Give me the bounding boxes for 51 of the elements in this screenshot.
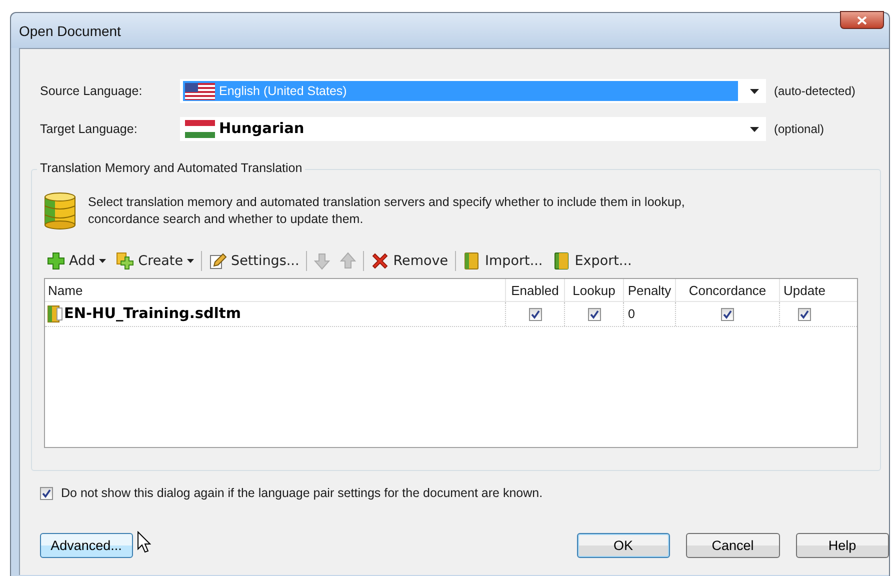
window-title: Open Document — [19, 22, 121, 38]
remove-button[interactable]: Remove — [368, 250, 452, 272]
field-note: (auto-detected) — [774, 84, 856, 98]
dropdown-arrow-icon — [750, 88, 759, 94]
import-button[interactable]: Import... — [460, 250, 546, 272]
export-button[interactable]: Export... — [550, 250, 635, 272]
plus-icon — [116, 252, 134, 270]
table-cell: 0 — [628, 307, 635, 321]
page-pencil-icon — [209, 252, 227, 270]
help-button[interactable]: Help — [796, 533, 889, 558]
book-icon — [463, 252, 482, 270]
cancel-button[interactable]: Cancel — [686, 533, 780, 558]
close-button[interactable] — [840, 11, 884, 29]
column-header[interactable]: Update — [779, 279, 829, 301]
close-icon — [857, 16, 867, 24]
column-header[interactable]: Name — [45, 279, 505, 301]
plus-icon — [47, 252, 65, 270]
column-header[interactable]: Lookup — [564, 279, 623, 301]
checkbox[interactable] — [588, 308, 600, 320]
table-cell: EN-HU_Training.sdltm — [64, 306, 241, 322]
description-text: Select translation memory and automated translation servers and specify whether to include them in lookup, concordance search and whether to update them. — [88, 194, 686, 228]
book-icon — [552, 252, 571, 270]
down-arrow-icon — [314, 252, 330, 270]
field-label: Source Language: — [40, 84, 144, 98]
checkbox[interactable] — [798, 308, 811, 320]
checkbox-label: Do not show this dialog again if the language pair settings for the document are known. — [61, 486, 543, 500]
close-icon — [371, 252, 390, 270]
settings-button[interactable]: Settings... — [206, 250, 302, 272]
field-label: Target Language: — [40, 122, 138, 136]
group-title: Translation Memory and Automated Translation — [37, 161, 306, 175]
add-button[interactable]: Add — [44, 250, 110, 272]
ok-button[interactable]: OK — [576, 533, 670, 558]
flag-icon — [185, 82, 215, 100]
dropdown-arrow-icon — [750, 126, 759, 132]
column-header[interactable]: Enabled — [505, 279, 564, 301]
flag-icon — [185, 120, 215, 138]
mouse-pointer-icon — [137, 531, 151, 553]
create-button[interactable]: Create — [113, 250, 197, 272]
column-header[interactable]: Penalty — [623, 279, 675, 301]
field-note: (optional) — [774, 122, 824, 136]
language-dropdown[interactable]: Hungarian — [180, 117, 766, 141]
column-header[interactable]: Concordance — [675, 279, 779, 301]
database-icon — [44, 192, 76, 230]
file-icon — [47, 305, 63, 323]
checkbox[interactable] — [40, 486, 53, 500]
caret-icon — [187, 259, 194, 263]
caret-icon — [99, 259, 106, 263]
up-arrow-icon — [340, 252, 356, 270]
checkbox[interactable] — [721, 308, 734, 320]
checkbox[interactable] — [528, 308, 542, 320]
advanced-button[interactable]: Advanced... — [40, 533, 133, 558]
